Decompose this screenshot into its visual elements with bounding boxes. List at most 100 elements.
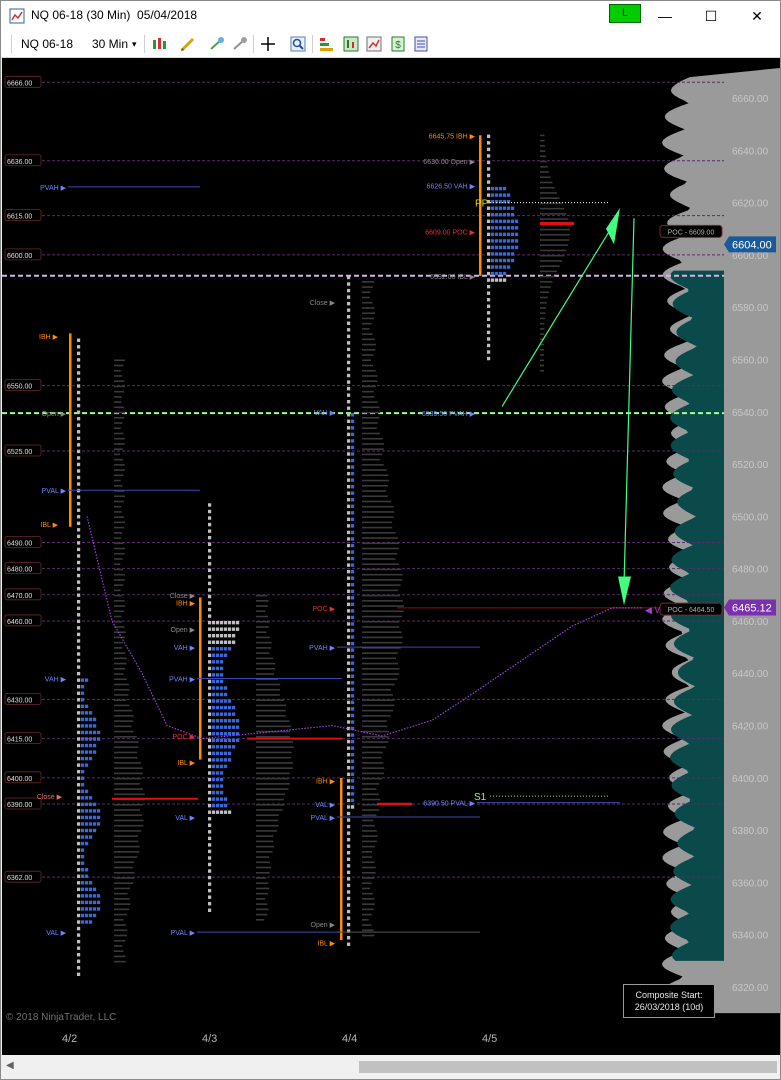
tpo-4-5 (495, 206, 499, 210)
interval-selector[interactable]: 30 Min (92, 37, 128, 51)
tpo-4-2 (77, 920, 81, 924)
tpo-4-2 (81, 704, 85, 709)
tpo-4-3 (216, 640, 220, 644)
strategies-icon[interactable] (231, 35, 249, 53)
bar-type-icon[interactable] (151, 35, 169, 53)
crosshair-icon[interactable] (259, 35, 277, 53)
tpo-4-4 (347, 681, 351, 685)
tpo-4-3 (232, 712, 236, 716)
volume-profile-4-4 (362, 369, 376, 372)
scroll-thumb[interactable] (359, 1061, 777, 1073)
left-price-label: 6490.00 (7, 541, 32, 548)
volume-profile-4-4 (362, 673, 400, 675)
tpo-4-4 (347, 517, 351, 522)
tpo-4-3 (228, 738, 232, 743)
tpo-4-3 (208, 836, 212, 841)
volume-profile-4-2 (114, 547, 125, 550)
tpo-4-3 (212, 777, 216, 782)
tpo-4-4 (347, 922, 351, 927)
tpo-4-3 (208, 516, 212, 520)
volume-profile-4-4 (362, 490, 387, 492)
tpo-4-2 (77, 881, 81, 885)
market-profile-chart[interactable]: 6666.00 6636.00 6615.00 6600.00 6550.00 6525.… (2, 58, 780, 1025)
volume-profile-4-2 (114, 715, 134, 717)
tpo-4-2 (77, 848, 81, 852)
volume-profile-4-2 (114, 448, 123, 450)
minimize-button[interactable]: — (642, 1, 688, 31)
label-4-4-val: VAL ▶ (315, 802, 335, 809)
volume-profile-4-4 (362, 636, 403, 639)
tpo-4-3 (208, 634, 212, 638)
left-price-label: 6400.00 (7, 776, 32, 783)
scroll-left-icon[interactable]: ◀ (6, 1060, 14, 1071)
tpo-4-5 (499, 219, 503, 223)
tpo-4-2 (85, 874, 89, 878)
tpo-4-2 (81, 835, 85, 839)
tpo-4-2 (81, 868, 85, 872)
indicators-icon[interactable] (208, 35, 226, 53)
tpo-4-2 (81, 698, 85, 702)
tpo-4-4 (347, 576, 351, 580)
volume-profile-4-2 (114, 892, 128, 895)
properties-icon[interactable]: $ (389, 35, 407, 53)
tpo-4-4 (347, 648, 351, 652)
volume-profile-4-5 (540, 145, 545, 147)
tpo-4-3 (208, 640, 212, 644)
instrument-selector[interactable]: NQ 06-18 (21, 37, 73, 51)
volume-profile-4-2 (114, 437, 125, 440)
volume-profile-4-4 (362, 694, 394, 696)
price-tick-label: 6540.00 (732, 408, 769, 419)
tpo-4-4 (347, 759, 351, 763)
volume-profile-4-5 (540, 317, 545, 320)
tpo-4-4 (347, 615, 351, 620)
tpo-4-2 (77, 756, 81, 761)
tpo-4-2 (81, 717, 85, 722)
tpo-4-2 (93, 907, 97, 911)
tpo-4-2 (77, 717, 81, 722)
tpo-4-5 (487, 343, 491, 348)
link-status-badge[interactable]: L (609, 4, 641, 23)
chart-trader-icon[interactable] (318, 35, 336, 53)
vwap-price-label: 6465.12 (732, 603, 772, 615)
tpo-4-4 (347, 700, 351, 705)
volume-profile-4-4 (362, 354, 374, 356)
volume-profile-4-2 (114, 793, 145, 796)
data-box-icon[interactable] (342, 35, 360, 53)
tpo-4-2 (81, 737, 85, 741)
tpo-4-3 (224, 634, 228, 638)
volume-profile-4-4 (362, 301, 373, 304)
tpo-4-2 (93, 828, 97, 833)
tpo-4-4 (347, 896, 351, 901)
horizontal-scrollbar[interactable]: ◀ (2, 1055, 780, 1079)
zoom-icon[interactable] (289, 35, 307, 53)
tpo-4-2 (77, 658, 81, 663)
templates-icon[interactable] (412, 35, 430, 53)
volume-profile-4-4 (362, 704, 395, 707)
tpo-4-4 (347, 877, 351, 881)
volume-profile-4-2 (114, 464, 125, 466)
interval-dropdown-icon[interactable]: ▾ (132, 39, 137, 50)
tpo-4-5 (495, 271, 499, 276)
label-4-3-val: VAL ▶ (175, 815, 195, 822)
maximize-button[interactable]: ☐ (688, 1, 734, 31)
tpo-4-3 (208, 620, 212, 625)
tpo-4-5 (487, 173, 491, 178)
chart-panel[interactable]: 6666.00 6636.00 6615.00 6600.00 6550.00 6525.… (2, 58, 780, 1025)
time-axis[interactable]: 4/2 4/3 4/4 4/5 (2, 1025, 780, 1055)
volume-profile-4-2 (114, 600, 125, 602)
toolbar-separator (253, 35, 254, 53)
volume-profile-4-2 (114, 589, 121, 592)
drawing-tool-icon[interactable] (179, 35, 197, 53)
tpo-4-5 (495, 252, 499, 256)
tpo-4-4 (347, 478, 351, 482)
tpo-4-3 (232, 640, 236, 644)
tpo-4-2 (89, 796, 93, 800)
tpo-4-4 (351, 707, 355, 711)
close-button[interactable]: ✕ (734, 1, 780, 31)
tpo-4-4 (347, 733, 351, 737)
volume-profile-4-2 (114, 495, 125, 498)
chart-style-icon[interactable] (365, 35, 383, 53)
tpo-4-4 (347, 413, 351, 417)
volume-profile-4-4 (362, 840, 377, 843)
tpo-4-2 (77, 403, 81, 408)
